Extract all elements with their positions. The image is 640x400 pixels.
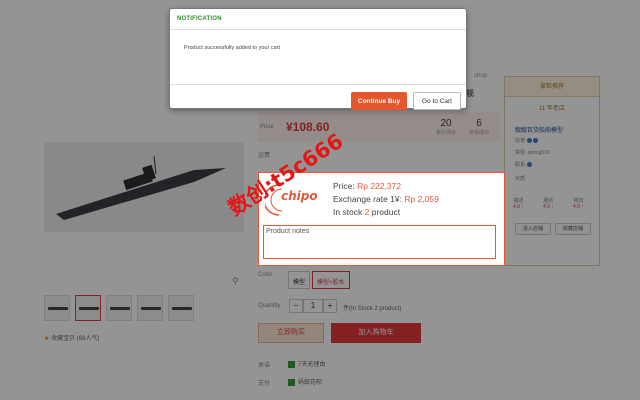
shop-contact[interactable]: 联系: (515, 161, 533, 168)
chipo-stock: In stock 2 product (333, 207, 400, 217)
payment-label: 支付 (258, 381, 271, 387)
promise-info: 7天无理由 (288, 359, 325, 368)
rating-value: 4.9 ↑ (513, 204, 524, 210)
price-label: Price (260, 124, 274, 130)
add-to-cart-button[interactable]: 加入购物车 (331, 323, 421, 343)
option-model[interactable]: 模型 (288, 271, 311, 289)
chipo-price-value: Rp 222,372 (357, 181, 402, 191)
option-model-glue[interactable]: 模型+胶水 (312, 271, 350, 289)
favorite-item-link[interactable]: ★ 收藏宝贝 (68人气) (44, 333, 99, 342)
increment-button[interactable]: + (323, 299, 337, 313)
shop-info-panel: 掌柜推荐 11 年老店 靓靓百货船舶模型 信誉: 掌柜: spring519 联… (504, 76, 600, 266)
modal-message: Product successfully added to your cart (184, 45, 280, 51)
chipo-logo-text: chipo (281, 189, 318, 203)
shop-credit-label: 信誉: (515, 138, 527, 144)
chipo-stock-suffix: product (369, 207, 401, 217)
shop-name-link[interactable]: 靓靓百货船舶模型 (515, 125, 563, 134)
credit-badge-icon (527, 138, 533, 144)
rating-value: 4.9 ↑ (573, 204, 584, 210)
thumbnail[interactable] (137, 295, 163, 321)
shop-qualification: 资质: (515, 176, 527, 182)
review-count[interactable]: 20 累计评价 (436, 118, 456, 136)
payment-text: 蚂蚁花呗 (298, 380, 323, 386)
favorite-text: 收藏宝贝 (68人气) (51, 336, 100, 342)
quantity-input[interactable]: 1 (303, 299, 323, 313)
rating-service: 服务 4.9 ↑ (543, 197, 554, 210)
product-main-image (44, 142, 244, 232)
rating-value: 4.9 ↑ (543, 204, 554, 210)
payment-info: 蚂蚁花呗 (288, 377, 322, 386)
chipo-price-panel: chipo Price: Rp 222,372 Exchange rate 1¥… (258, 172, 505, 266)
chipo-exchange-rate: Exchange rate 1¥: Rp 2,059 (333, 194, 439, 204)
promise-icon (288, 360, 295, 368)
promise-text: 7天无理由 (298, 362, 326, 368)
chipo-price: Price: Rp 222,372 (333, 181, 401, 191)
thumbnail-strip (44, 295, 194, 321)
sales-count-value: 6 (476, 118, 482, 129)
stock-text: 件(In Stock 2 product) (343, 306, 402, 312)
product-notes-field[interactable] (263, 225, 496, 259)
rating-logistics: 物流 4.9 ↑ (573, 197, 584, 210)
quantity-label: Quantity (258, 303, 281, 309)
thumbnail[interactable] (75, 295, 101, 321)
review-count-label: 累计评价 (436, 130, 457, 136)
decrement-button[interactable]: − (289, 299, 303, 313)
shipping-label: 运费 (258, 153, 271, 159)
enter-shop-button[interactable]: 进入店铺 (515, 223, 551, 235)
thumbnail[interactable] (168, 295, 194, 321)
modal-header: NOTIFICATION (170, 9, 466, 30)
chipo-price-label: Price: (333, 181, 358, 191)
modal-divider (170, 84, 466, 85)
payment-icon (288, 378, 295, 386)
shop-credit: 信誉: (515, 137, 539, 144)
chat-icon (527, 162, 533, 168)
promise-label: 承诺 (258, 363, 271, 369)
shop-years: 11 年老店 (539, 106, 565, 112)
thumbnail[interactable] (106, 295, 132, 321)
quantity-stepper: − 1 + (289, 299, 337, 313)
shop-header: 掌柜推荐 (505, 77, 599, 97)
buy-now-button[interactable]: 立即购买 (258, 323, 324, 343)
review-count-value: 20 (440, 118, 452, 129)
sales-count-label: 交易成功 (469, 130, 490, 136)
zoom-icon[interactable]: ⚲ (232, 276, 239, 287)
chipo-rate-label: Exchange rate 1¥: (333, 194, 405, 204)
modal-title: NOTIFICATION (177, 16, 222, 22)
chipo-stock-prefix: In stock (333, 207, 365, 217)
go-to-cart-button[interactable]: Go to Cart (413, 92, 461, 110)
color-label: Color (258, 272, 273, 278)
sales-count: 6 交易成功 (469, 118, 489, 136)
credit-badge-icon (533, 138, 539, 144)
shop-tag: shop (474, 73, 488, 79)
thumbnail[interactable] (44, 295, 70, 321)
shop-owner: 掌柜: spring519 (515, 150, 550, 156)
favorite-shop-button[interactable]: 收藏店铺 (555, 223, 591, 235)
rating-description: 描述 4.9 ↑ (513, 197, 524, 210)
star-icon: ★ (44, 336, 50, 342)
notification-modal: NOTIFICATION Product successfully added … (169, 8, 467, 110)
shop-contact-label: 联系: (515, 162, 527, 168)
chipo-rate-value: Rp 2,059 (404, 194, 439, 204)
